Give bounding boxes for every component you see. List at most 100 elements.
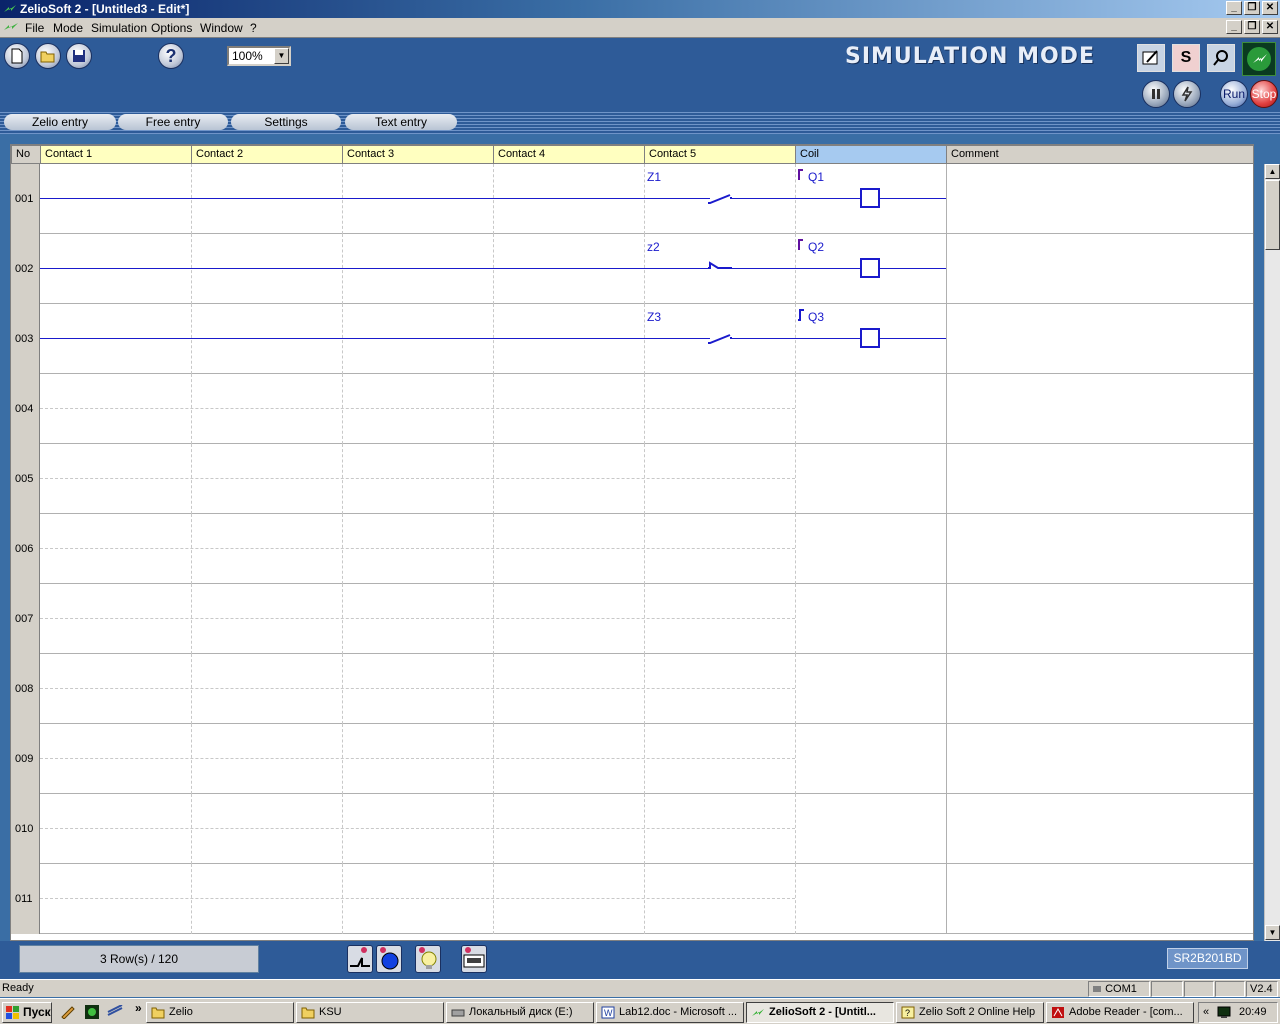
table-row[interactable]: 002 z2 Q2 [11, 234, 1253, 304]
stop-button[interactable]: Stop [1250, 80, 1278, 108]
zoom-select[interactable]: 100% ▼ [227, 46, 291, 66]
scroll-up-icon[interactable]: ▲ [1265, 164, 1280, 179]
task-word[interactable]: W Lab12.doc - Microsoft ... [596, 1002, 744, 1023]
doc-restore-button[interactable]: ❐ [1244, 20, 1260, 34]
task-zelio[interactable]: Zelio [146, 1002, 294, 1023]
document-icon[interactable] [3, 21, 19, 34]
monitoring-window-button[interactable] [1137, 44, 1165, 72]
header-contact-4[interactable]: Contact 4 [493, 145, 645, 164]
table-row[interactable]: 001 Z1 Q1 [11, 164, 1253, 234]
tab-text-entry[interactable]: Text entry [345, 114, 457, 130]
scroll-down-icon[interactable]: ▼ [1265, 925, 1280, 940]
tab-free-entry[interactable]: Free entry [118, 114, 228, 130]
column-separator [191, 444, 192, 514]
table-row[interactable]: 003 Z3 Q3 [11, 304, 1253, 374]
new-file-button[interactable] [4, 43, 30, 69]
open-file-button[interactable] [35, 43, 61, 69]
status-text: Ready [2, 982, 34, 994]
header-contact-2[interactable]: Contact 2 [191, 145, 343, 164]
vertical-scrollbar[interactable]: ▲ ▼ [1264, 164, 1280, 941]
contact-label[interactable]: Z3 [647, 310, 661, 324]
column-separator [644, 584, 645, 654]
lightning-icon [1181, 86, 1193, 102]
light-bulb-icon[interactable] [415, 945, 441, 973]
save-button[interactable] [66, 43, 92, 69]
clock: 20:49 [1239, 1006, 1267, 1018]
row-number: 006 [11, 514, 40, 584]
task-adobe-reader[interactable]: Adobe Reader - [com... [1046, 1002, 1194, 1023]
table-row[interactable]: 010 [11, 794, 1253, 864]
header-contact-1[interactable]: Contact 1 [40, 145, 192, 164]
menu-options[interactable]: Options [151, 21, 192, 35]
task-zeliosoft[interactable]: ZelioSoft 2 - [Untitl... [746, 1002, 894, 1023]
column-separator [795, 164, 796, 234]
doc-minimize-button[interactable]: _ [1226, 20, 1242, 34]
row-number: 009 [11, 724, 40, 794]
quicklaunch-more-icon[interactable]: » [135, 1001, 142, 1015]
menu-simulation[interactable]: Simulation [91, 21, 147, 35]
task-ksu[interactable]: KSU [296, 1002, 444, 1023]
menu-help[interactable]: ? [250, 21, 257, 35]
pause-button[interactable] [1142, 80, 1170, 108]
close-button[interactable]: ✕ [1262, 1, 1278, 15]
header-contact-3[interactable]: Contact 3 [342, 145, 494, 164]
coil-symbol[interactable] [860, 188, 880, 208]
coil-symbol[interactable] [860, 258, 880, 278]
column-separator [946, 864, 947, 934]
header-coil[interactable]: Coil [795, 145, 947, 164]
front-panel-icon[interactable] [461, 945, 487, 973]
io-mode-icon[interactable] [347, 945, 373, 973]
help-button[interactable]: ? [158, 43, 184, 69]
chevron-down-icon[interactable]: ▼ [274, 48, 289, 64]
coil-label[interactable]: Q3 [808, 310, 824, 324]
tab-zelio-entry[interactable]: Zelio entry [4, 114, 116, 130]
column-separator [644, 724, 645, 794]
menu-file[interactable]: File [25, 21, 44, 35]
doc-close-button[interactable]: ✕ [1262, 20, 1278, 34]
quicklaunch-app-icon[interactable] [84, 1004, 100, 1020]
minimize-button[interactable]: _ [1226, 1, 1242, 15]
quicklaunch-network-icon[interactable] [107, 1005, 123, 1019]
tray-monitor-icon[interactable] [1217, 1006, 1231, 1019]
menu-mode[interactable]: Mode [53, 21, 83, 35]
scroll-thumb[interactable] [1265, 180, 1280, 250]
windows-logo-icon [6, 1006, 19, 1019]
column-separator [342, 794, 343, 864]
coil-symbol[interactable] [860, 328, 880, 348]
run-button[interactable]: Run [1220, 80, 1248, 108]
quicklaunch-pencil-icon[interactable] [60, 1005, 76, 1019]
restore-button[interactable]: ❐ [1244, 1, 1260, 15]
column-separator [946, 584, 947, 654]
header-comment[interactable]: Comment [946, 145, 1253, 164]
column-separator [644, 304, 645, 374]
menu-window[interactable]: Window [200, 21, 243, 35]
table-row[interactable]: 008 [11, 654, 1253, 724]
tab-settings[interactable]: Settings [231, 114, 341, 130]
table-row[interactable]: 011 [11, 864, 1253, 934]
table-row[interactable]: 009 [11, 724, 1253, 794]
svg-text:?: ? [905, 1008, 910, 1018]
blue-lamp-icon[interactable] [376, 945, 402, 973]
header-contact-5[interactable]: Contact 5 [644, 145, 796, 164]
coil-label[interactable]: Q1 [808, 170, 824, 184]
contact-label[interactable]: z2 [647, 240, 660, 254]
table-row[interactable]: 006 [11, 514, 1253, 584]
coil-label[interactable]: Q2 [808, 240, 824, 254]
column-separator [946, 514, 947, 584]
contact-rising-edge-icon[interactable] [708, 261, 732, 277]
table-row[interactable]: 004 [11, 374, 1253, 444]
column-separator [342, 234, 343, 304]
contact-open-icon[interactable] [708, 191, 732, 207]
start-button[interactable]: Пуск [2, 1002, 52, 1023]
column-separator [493, 164, 494, 234]
task-local-disk[interactable]: Локальный диск (E:) [446, 1002, 594, 1023]
table-row[interactable]: 007 [11, 584, 1253, 654]
contact-open-icon[interactable] [708, 331, 732, 347]
tray-expand-icon[interactable]: « [1203, 1003, 1209, 1022]
task-online-help[interactable]: ? Zelio Soft 2 Online Help [896, 1002, 1044, 1023]
power-cut-button[interactable] [1173, 80, 1201, 108]
search-button[interactable] [1207, 44, 1235, 72]
table-row[interactable]: 005 [11, 444, 1253, 514]
contact-label[interactable]: Z1 [647, 170, 661, 184]
supervision-s-button[interactable]: S [1172, 44, 1200, 72]
